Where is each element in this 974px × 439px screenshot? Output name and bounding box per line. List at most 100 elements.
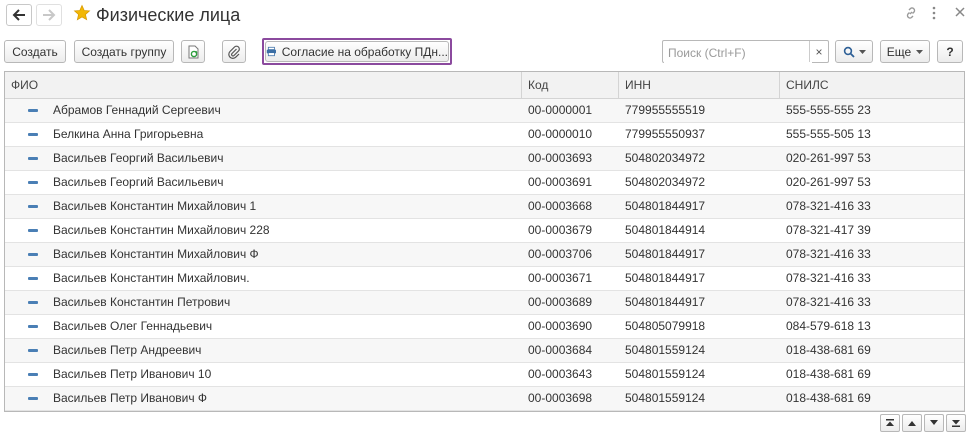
cell-inn: 504805079918 [625, 319, 706, 333]
scroll-to-bottom-icon [952, 420, 960, 427]
table-row[interactable]: Васильев Георгий Васильевич 00-0003691 504… [5, 171, 964, 195]
list-item-icon [28, 349, 38, 352]
attach-file-button[interactable] [222, 40, 246, 63]
list-item-icon [28, 229, 38, 232]
cell-fio: Васильев Константин Михайлович. [53, 271, 250, 285]
cell-code: 00-0003679 [528, 223, 593, 237]
pd-consent-print-button[interactable]: Согласие на обработку ПДн... [265, 41, 449, 62]
scroll-down-button[interactable] [924, 414, 944, 432]
cell-inn: 779955550937 [625, 127, 706, 141]
cell-snils: 078-321-416 33 [786, 199, 871, 213]
list-item-icon [28, 205, 38, 208]
cell-snils: 018-438-681 69 [786, 391, 871, 405]
cell-fio: Васильев Петр Андреевич [53, 343, 202, 357]
cell-fio: Васильев Георгий Васильевич [53, 175, 224, 189]
table-row[interactable]: Васильев Петр Иванович Ф 00-0003698 504801… [5, 387, 964, 411]
table-row[interactable]: Васильев Георгий Васильевич 00-0003693 504… [5, 147, 964, 171]
cell-code: 00-0003706 [528, 247, 593, 261]
more-button[interactable]: Еще [880, 40, 930, 63]
cell-code: 00-0003671 [528, 271, 593, 285]
table-row[interactable]: Васильев Петр Иванович 10 00-0003643 50480… [5, 363, 964, 387]
caret-down-icon [916, 49, 924, 54]
list-item-icon [28, 397, 38, 400]
cell-fio: Абрамов Геннадий Сергеевич [53, 103, 221, 117]
list-item-icon [28, 301, 38, 304]
search-input[interactable] [664, 42, 812, 63]
back-button[interactable] [6, 4, 32, 26]
cell-code: 00-0003691 [528, 175, 593, 189]
cell-code: 00-0000010 [528, 127, 593, 141]
cell-inn: 504801844917 [625, 199, 706, 213]
cell-snils: 084-579-618 13 [786, 319, 871, 333]
cell-snils: 555-555-555 23 [786, 103, 871, 117]
column-header-snils[interactable]: СНИЛС [780, 72, 964, 98]
table-row[interactable]: Белкина Анна Григорьевна 00-0000010 779955… [5, 123, 964, 147]
cell-code: 00-0003693 [528, 151, 593, 165]
scroll-last-button[interactable] [946, 414, 966, 432]
table-header: ФИО Код ИНН СНИЛС [5, 72, 964, 99]
triangle-down-icon [930, 420, 938, 425]
column-header-fio[interactable]: ФИО [5, 72, 522, 98]
cell-fio: Васильев Константин Михайлович Ф [53, 247, 259, 261]
arrow-left-icon [12, 9, 25, 21]
caret-down-icon [858, 49, 866, 54]
cell-snils: 555-555-505 13 [786, 127, 871, 141]
cell-inn: 504801844917 [625, 271, 706, 285]
table-row[interactable]: Васильев Константин Михайлович 1 00-00036… [5, 195, 964, 219]
close-icon [955, 7, 965, 17]
search-clear-button[interactable]: × [809, 41, 828, 62]
list-item-icon [28, 373, 38, 376]
link-icon [906, 7, 916, 19]
link-button[interactable] [904, 6, 918, 23]
table-row[interactable]: Васильев Петр Андреевич 00-0003684 5048015… [5, 339, 964, 363]
cell-snils: 078-321-416 33 [786, 295, 871, 309]
search-field[interactable]: × [662, 40, 829, 63]
table-row[interactable]: Васильев Олег Геннадьевич 00-0003690 50480… [5, 315, 964, 339]
table-row[interactable]: Абрамов Геннадий Сергеевич 00-0000001 7799… [5, 99, 964, 123]
cell-inn: 504802034972 [625, 151, 706, 165]
cell-inn: 504801844914 [625, 223, 706, 237]
pd-consent-label: Согласие на обработку ПДн... [281, 44, 448, 59]
forward-button[interactable] [36, 4, 62, 26]
scroll-up-button[interactable] [902, 414, 922, 432]
help-button[interactable]: ? [937, 40, 963, 63]
document-refresh-icon [188, 45, 199, 58]
refresh-button[interactable] [181, 40, 205, 63]
cell-fio: Васильев Константин Михайлович 1 [53, 199, 257, 213]
cell-code: 00-0003690 [528, 319, 593, 333]
cell-snils: 018-438-681 69 [786, 343, 871, 357]
cell-snils: 020-261-997 53 [786, 175, 871, 189]
column-header-inn[interactable]: ИНН [619, 72, 780, 98]
search-options-button[interactable] [835, 40, 873, 63]
create-button[interactable]: Создать [4, 40, 66, 63]
list-item-icon [28, 277, 38, 280]
cell-code: 00-0003643 [528, 367, 593, 381]
cell-fio: Белкина Анна Григорьевна [53, 127, 204, 141]
close-button[interactable] [954, 6, 966, 21]
list-item-icon [28, 325, 38, 328]
triangle-up-icon [908, 421, 916, 426]
favorite-star-button[interactable] [73, 4, 91, 25]
cell-snils: 020-261-997 53 [786, 151, 871, 165]
cell-inn: 504801559124 [625, 367, 706, 381]
star-icon [73, 4, 91, 21]
column-header-code[interactable]: Код [522, 72, 619, 98]
list-item-icon [28, 253, 38, 256]
list-item-icon [28, 157, 38, 160]
cell-fio: Васильев Константин Петрович [53, 295, 231, 309]
cell-code: 00-0000001 [528, 103, 593, 117]
table-row[interactable]: Васильев Константин Михайлович 228 00-000… [5, 219, 964, 243]
table-row[interactable]: Васильев Константин Михайлович Ф 00-00037… [5, 243, 964, 267]
persons-table[interactable]: ФИО Код ИНН СНИЛС Абрамов Геннадий Серге… [4, 71, 965, 412]
cell-snils: 078-321-416 33 [786, 247, 871, 261]
table-row[interactable]: Васильев Константин Петрович 00-0003689 50… [5, 291, 964, 315]
scroll-first-button[interactable] [880, 414, 900, 432]
more-menu-button[interactable] [932, 6, 936, 23]
cell-fio: Васильев Петр Иванович Ф [53, 391, 208, 405]
list-item-icon [28, 181, 38, 184]
cell-code: 00-0003668 [528, 199, 593, 213]
more-label: Еще [886, 44, 912, 59]
create-group-button[interactable]: Создать группу [74, 40, 174, 63]
cell-code: 00-0003684 [528, 343, 593, 357]
table-row[interactable]: Васильев Константин Михайлович. 00-000367… [5, 267, 964, 291]
